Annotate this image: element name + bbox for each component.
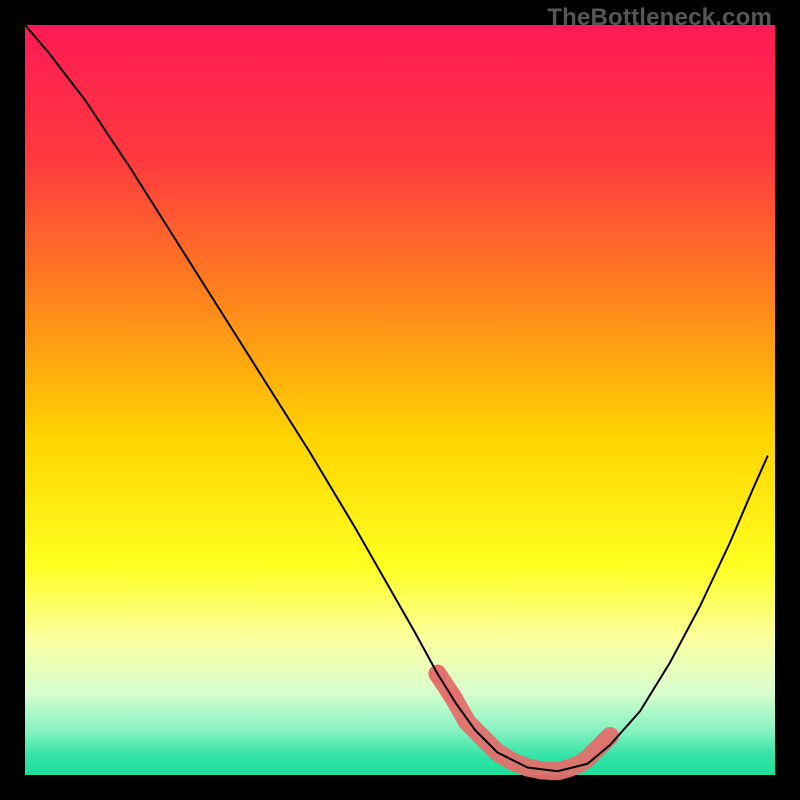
curve-layer xyxy=(25,25,775,775)
highlight-band xyxy=(429,665,611,772)
watermark-text: TheBottleneck.com xyxy=(547,4,772,32)
plot-area xyxy=(25,25,775,775)
bottleneck-curve xyxy=(25,25,768,771)
chart-frame: TheBottleneck.com xyxy=(0,0,800,800)
